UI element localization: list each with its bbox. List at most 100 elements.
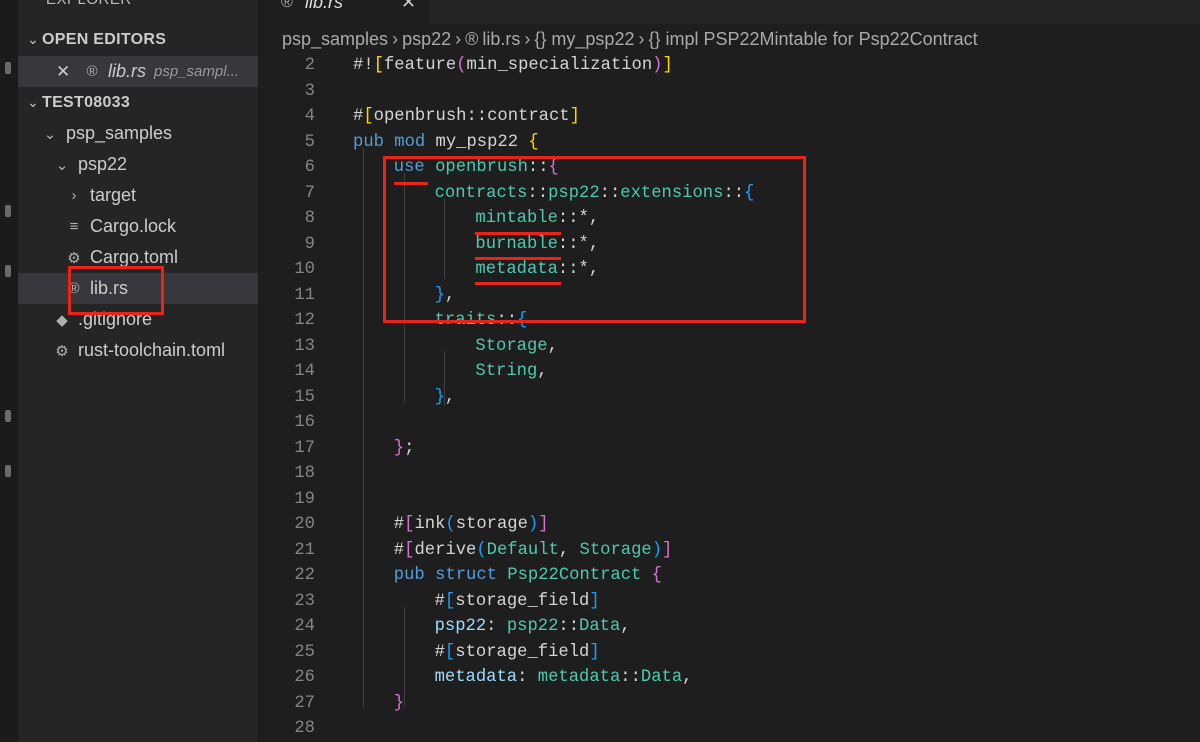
open-editor-item[interactable]: ✕ ® lib.rs psp_sampl...: [18, 56, 258, 87]
code-line: },: [435, 388, 456, 407]
code-token: ::: [620, 668, 641, 687]
code-token: }: [393, 693, 405, 713]
activity-icon[interactable]: [5, 410, 11, 422]
code-line: metadata: metadata::Data,: [435, 668, 693, 687]
code-line: #[openbrush::contract]: [353, 107, 580, 126]
tree-item[interactable]: ⚙ rust-toolchain.toml: [18, 335, 258, 366]
tab-lib-rs[interactable]: ® lib.rs ✕: [259, 0, 429, 24]
code-token: storage: [455, 515, 528, 534]
code-line: #![feature(min_specialization)]: [353, 56, 673, 75]
tab-label: lib.rs: [305, 0, 344, 12]
close-icon[interactable]: ✕: [401, 0, 416, 13]
tree-item-label: Cargo.lock: [90, 216, 177, 236]
workspace-header[interactable]: ⌄ TEST08033: [18, 87, 258, 118]
chevron-down-icon: ⌄: [43, 125, 57, 143]
code-token: Data: [640, 668, 683, 687]
indent-guide: [363, 148, 364, 708]
activity-bar: [0, 0, 19, 742]
line-number: 4: [304, 107, 315, 126]
code-token: ,: [682, 668, 693, 687]
tree-item[interactable]: ⌄ psp22: [18, 149, 258, 180]
workspace-label: TEST08033: [42, 93, 131, 111]
code-token: [: [444, 642, 456, 662]
breadcrumb-segment[interactable]: psp_samples: [282, 29, 388, 49]
line-number: 11: [294, 285, 315, 305]
line-number: 8: [304, 209, 315, 228]
code-token: #: [353, 107, 364, 126]
breadcrumb-segment[interactable]: lib.rs: [482, 29, 520, 49]
code-line: pub struct Psp22Contract {: [394, 566, 662, 585]
line-number: 3: [304, 81, 315, 101]
code-token: #: [353, 56, 364, 75]
tree-item[interactable]: ⌄ psp_samples: [18, 118, 258, 149]
activity-icon[interactable]: [5, 205, 11, 217]
line-number: 13: [294, 336, 315, 356]
activity-icon[interactable]: [5, 265, 11, 277]
code-line: #[storage_field]: [435, 592, 600, 611]
line-number: 26: [294, 668, 315, 687]
code-token: ]: [662, 540, 673, 560]
code-token: :: [486, 617, 507, 636]
code-token: derive: [414, 540, 477, 560]
code-token: struct: [435, 566, 508, 585]
code-token: }: [434, 387, 445, 407]
code-line: #[ink(storage)]: [394, 515, 549, 534]
line-number: 22: [294, 566, 315, 585]
annotation-underline-use: [394, 182, 428, 185]
code-token: ]: [538, 515, 549, 534]
breadcrumb-segment[interactable]: {} impl PSP22Mintable for Psp22Contract: [648, 29, 977, 49]
line-number: 7: [304, 183, 315, 203]
code-token: metadata: [537, 668, 621, 687]
code-token: ,: [558, 540, 580, 560]
code-token: {: [651, 566, 662, 585]
breadcrumb: psp_samples › psp22 › ® lib.rs ›{} my_psp22 ›{}…: [282, 29, 982, 50]
code-token: [: [373, 56, 384, 75]
chevron-down-icon: ⌄: [27, 94, 39, 110]
line-number: 20: [294, 515, 315, 534]
code-token: !: [363, 56, 374, 75]
code-token: }: [393, 438, 405, 458]
annotation-underline-burnable: [475, 257, 561, 260]
code-line: }: [394, 694, 404, 713]
chevron-right-icon: ›: [71, 187, 77, 204]
code-token: [: [404, 540, 415, 560]
code-token: ,: [547, 336, 558, 356]
line-number: 17: [294, 438, 315, 458]
line-number: 27: [294, 693, 315, 713]
code-token: Default: [486, 540, 559, 560]
open-editor-path: psp_sampl...: [154, 63, 240, 80]
code-token: ink: [414, 515, 446, 534]
line-number: 16: [294, 413, 315, 432]
tree-item[interactable]: ≡ Cargo.lock: [18, 211, 258, 242]
code-token: psp22: [434, 617, 487, 636]
tree-item[interactable]: › target: [18, 180, 258, 211]
chevron-down-icon: ⌄: [55, 156, 69, 174]
close-icon[interactable]: ✕: [56, 62, 72, 82]
chevron-down-icon: ⌄: [27, 31, 39, 47]
annotation-box-imports: [383, 156, 806, 323]
activity-icon[interactable]: [5, 62, 11, 74]
rust-file-icon: ®: [86, 63, 98, 80]
code-token: :: [517, 668, 538, 687]
code-token: ): [527, 515, 539, 534]
code-line: };: [394, 439, 415, 458]
breadcrumb-segment[interactable]: {} my_psp22: [534, 29, 634, 49]
code-line: #[derive(Default, Storage)]: [394, 541, 673, 560]
code-token: metadata: [434, 668, 518, 687]
annotation-underline-metadata: [475, 282, 561, 285]
chevron-right-icon: ›: [638, 29, 645, 49]
line-number: 28: [294, 719, 315, 738]
activity-icon[interactable]: [5, 465, 11, 477]
code-token: storage_field: [455, 591, 590, 611]
explorer-title: EXPLORER: [46, 0, 132, 8]
code-token: #: [393, 540, 405, 560]
code-token: #: [434, 591, 445, 611]
annotation-underline-mintable: [475, 232, 561, 235]
code-token: ]: [569, 107, 580, 126]
code-token: Data: [579, 617, 621, 636]
chevron-right-icon: ›: [524, 29, 531, 49]
breadcrumb-segment[interactable]: psp22: [402, 29, 451, 49]
open-editors-header[interactable]: ⌄ OPEN EDITORS: [18, 24, 258, 55]
code-token: ]: [589, 642, 600, 662]
code-token: ,: [444, 387, 456, 407]
